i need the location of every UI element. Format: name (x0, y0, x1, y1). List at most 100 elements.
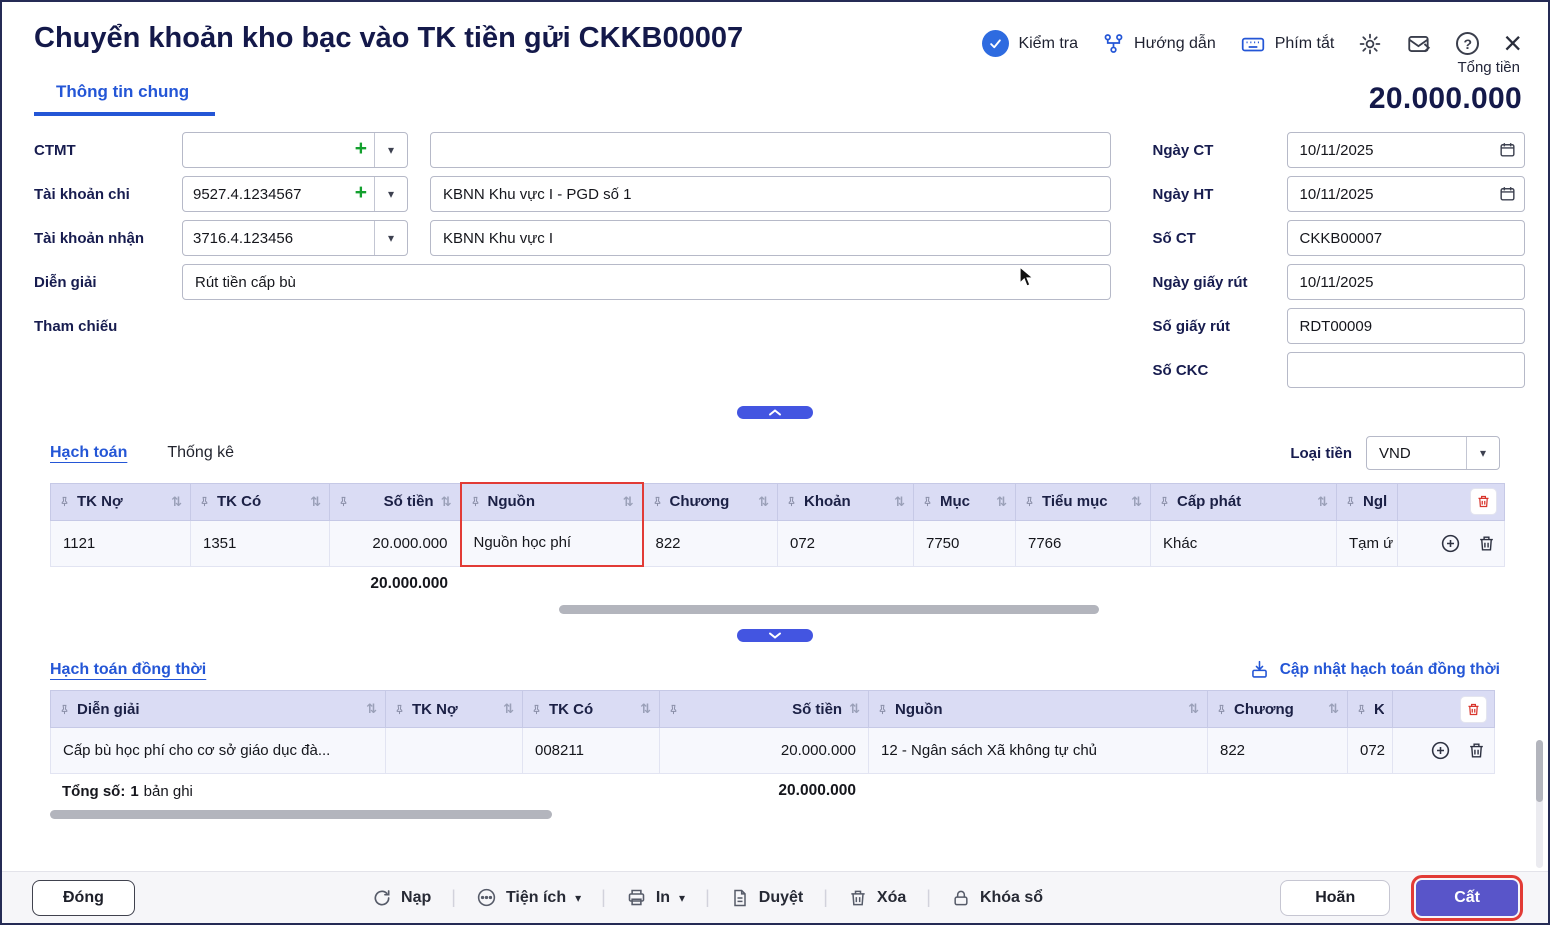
pin-icon[interactable] (922, 496, 933, 507)
sort-icon[interactable]: ⇅ (1317, 494, 1328, 510)
pin-icon[interactable] (199, 496, 210, 507)
pin-icon[interactable] (338, 496, 349, 507)
cell-nguon[interactable]: Nguồn học phí (461, 520, 643, 566)
col-header-nguon[interactable]: Nguồn⇅ (869, 691, 1208, 728)
cell-khoan[interactable]: 072 (1348, 728, 1393, 774)
cell-dien-giai[interactable]: Cấp bù học phí cho cơ sở giáo dục đà... (51, 728, 386, 774)
ctmt-dropdown-caret[interactable]: ▾ (374, 133, 407, 167)
cell-so-tien[interactable]: 20.000.000 (660, 728, 869, 774)
cell-so-tien[interactable]: 20.000.000 (330, 520, 461, 566)
pin-icon[interactable] (470, 496, 481, 507)
pin-icon[interactable] (59, 704, 70, 715)
collapse-up-button[interactable] (737, 406, 813, 419)
close-icon[interactable]: × (1503, 31, 1522, 57)
delete-all-rows-button[interactable] (1470, 488, 1497, 515)
col-header-khoan[interactable]: Khoản⇅ (778, 483, 914, 520)
doc-no-input[interactable] (1287, 220, 1525, 256)
close-dialog-button[interactable]: Đóng (32, 880, 135, 916)
col-header-chuong[interactable]: Chương⇅ (643, 483, 778, 520)
collapse-down-button[interactable] (737, 629, 813, 642)
pin-icon[interactable] (1024, 496, 1035, 507)
mail-icon[interactable] (1406, 31, 1432, 57)
col-header-tk-co[interactable]: TK Có⇅ (191, 483, 330, 520)
reload-button[interactable]: Nạp (372, 888, 431, 908)
shortcut-button[interactable]: Phím tắt (1240, 31, 1335, 57)
tab-statistics[interactable]: Thống kê (167, 444, 234, 462)
vertical-scrollbar-thumb[interactable] (1536, 740, 1543, 802)
col-header-tk-no[interactable]: TK Nợ⇅ (386, 691, 523, 728)
post-date-input[interactable] (1287, 176, 1525, 212)
help-icon[interactable]: ? (1456, 32, 1479, 55)
pin-icon[interactable] (877, 704, 888, 715)
save-button[interactable]: Cất (1416, 880, 1518, 916)
account-out-name-input[interactable] (430, 176, 1111, 212)
pin-icon[interactable] (668, 704, 679, 715)
cell-chuong[interactable]: 822 (643, 520, 778, 566)
check-button[interactable]: Kiểm tra (982, 30, 1078, 57)
cell-tk-no[interactable] (386, 728, 523, 774)
hscrollbar-thumb[interactable] (50, 810, 552, 819)
col-header-tieu-muc[interactable]: Tiểu mục⇅ (1016, 483, 1151, 520)
add-row-icon[interactable] (1440, 533, 1461, 554)
account-out-dropdown-caret[interactable]: ▾ (374, 177, 407, 211)
withdraw-no-input[interactable] (1287, 308, 1525, 344)
sort-icon[interactable]: ⇅ (623, 494, 634, 510)
col-header-tk-co[interactable]: TK Có⇅ (523, 691, 660, 728)
sort-icon[interactable]: ⇅ (171, 494, 182, 510)
cell-khoan[interactable]: 072 (778, 520, 914, 566)
col-header-so-tien[interactable]: Số tiền⇅ (660, 691, 869, 728)
cell-tk-co[interactable]: 1351 (191, 520, 330, 566)
sort-icon[interactable]: ⇅ (1328, 701, 1339, 717)
currency-caret[interactable]: ▾ (1466, 437, 1499, 469)
guide-button[interactable]: Hướng dẫn (1102, 32, 1216, 55)
sort-icon[interactable]: ⇅ (758, 494, 769, 510)
col-header-nguon[interactable]: Nguồn⇅ (461, 483, 643, 520)
add-row-icon[interactable] (1430, 740, 1451, 761)
tab-general-info[interactable]: Thông tin chung (34, 76, 215, 116)
col-header-khoan[interactable]: K (1348, 691, 1393, 728)
sort-icon[interactable]: ⇅ (310, 494, 321, 510)
print-button[interactable]: In ▾ (626, 887, 685, 908)
calendar-icon[interactable] (1498, 140, 1517, 159)
description-input[interactable] (182, 264, 1111, 300)
pin-icon[interactable] (1216, 704, 1227, 715)
doc-date-input[interactable] (1287, 132, 1525, 168)
cell-nguon[interactable]: 12 - Ngân sách Xã không tự chủ (869, 728, 1208, 774)
cell-chuong[interactable]: 822 (1208, 728, 1348, 774)
ctmt-add-icon[interactable]: + (353, 137, 374, 163)
sort-icon[interactable]: ⇅ (640, 701, 651, 717)
ctmt-code-input[interactable] (183, 142, 353, 159)
delete-button[interactable]: Xóa (848, 888, 906, 908)
col-header-muc[interactable]: Mục⇅ (914, 483, 1016, 520)
account-in-code-input[interactable] (183, 230, 374, 247)
pin-icon[interactable] (394, 704, 405, 715)
col-header-cap-phat[interactable]: Cấp phát⇅ (1151, 483, 1337, 520)
utilities-button[interactable]: Tiện ích ▾ (476, 887, 581, 908)
account-out-code-input[interactable] (183, 186, 353, 203)
pin-icon[interactable] (1356, 704, 1367, 715)
account-in-combo[interactable]: ▾ (182, 220, 408, 256)
update-simultaneous-button[interactable]: Cập nhật hạch toán đồng thời (1249, 659, 1500, 680)
cell-nghiep-vu[interactable]: Tạm ứ (1337, 520, 1398, 566)
delete-all-rows-button[interactable] (1460, 696, 1487, 723)
pin-icon[interactable] (1159, 496, 1170, 507)
ctmt-name-input[interactable] (430, 132, 1111, 168)
simultaneous-title-link[interactable]: Hạch toán đồng thời (50, 661, 206, 679)
sort-icon[interactable]: ⇅ (366, 701, 377, 717)
col-header-nghiep-vu[interactable]: Ngl (1337, 483, 1398, 520)
col-header-chuong[interactable]: Chương⇅ (1208, 691, 1348, 728)
lock-button[interactable]: Khóa sổ (951, 888, 1043, 908)
cell-tieu-muc[interactable]: 7766 (1016, 520, 1151, 566)
cell-cap-phat[interactable]: Khác (1151, 520, 1337, 566)
pin-icon[interactable] (531, 704, 542, 715)
approve-button[interactable]: Duyệt (730, 888, 803, 908)
pin-icon[interactable] (59, 496, 70, 507)
sort-icon[interactable]: ⇅ (1188, 701, 1199, 717)
delete-row-icon[interactable] (1477, 534, 1496, 553)
pin-icon[interactable] (652, 496, 663, 507)
sort-icon[interactable]: ⇅ (1131, 494, 1142, 510)
sort-icon[interactable]: ⇅ (441, 494, 452, 510)
col-header-so-tien[interactable]: Số tiền⇅ (330, 483, 461, 520)
settings-icon[interactable] (1358, 32, 1382, 56)
hscrollbar-thumb[interactable] (559, 605, 1099, 614)
